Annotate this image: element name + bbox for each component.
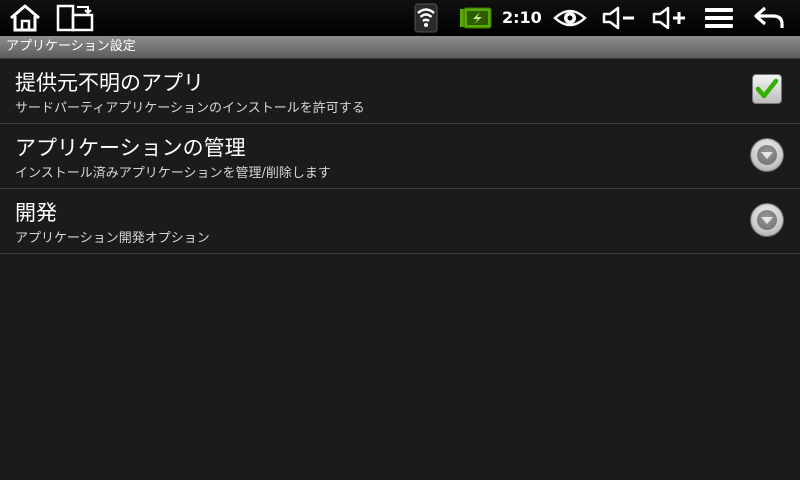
- volume-up-icon[interactable]: [650, 0, 688, 36]
- settings-item-summary: インストール済みアプリケーションを管理/削除します: [15, 166, 331, 181]
- settings-item-title: 開発: [15, 201, 57, 225]
- settings-item-manage-applications[interactable]: アプリケーションの管理 インストール済みアプリケーションを管理/削除します: [0, 124, 800, 189]
- volume-down-icon[interactable]: [600, 0, 638, 36]
- settings-item-title: 提供元不明のアプリ: [15, 71, 204, 95]
- chevron-down-icon: [751, 139, 783, 171]
- page-title: アプリケーション設定: [6, 39, 136, 54]
- home-icon[interactable]: [6, 0, 44, 36]
- settings-item-development[interactable]: 開発 アプリケーション開発オプション: [0, 189, 800, 254]
- settings-item-summary: アプリケーション開発オプション: [15, 231, 210, 246]
- wifi-icon: [412, 0, 440, 36]
- settings-item-summary: サードパーティアプリケーションのインストールを許可する: [15, 101, 365, 116]
- back-icon[interactable]: [752, 0, 786, 36]
- checkmark-icon: [755, 78, 779, 99]
- title-bar: アプリケーション設定: [0, 36, 800, 59]
- battery-charging-icon: [458, 0, 494, 36]
- unknown-sources-checkbox[interactable]: [752, 74, 782, 104]
- screen-rotate-icon[interactable]: [54, 0, 96, 36]
- settings-item-unknown-sources[interactable]: 提供元不明のアプリ サードパーティアプリケーションのインストールを許可する: [0, 59, 800, 124]
- status-bar: 2:10: [0, 0, 800, 36]
- clock: 2:10: [502, 8, 542, 27]
- chevron-down-icon: [751, 204, 783, 236]
- settings-item-title: アプリケーションの管理: [15, 136, 246, 160]
- menu-icon[interactable]: [702, 0, 736, 36]
- eye-icon[interactable]: [552, 0, 588, 36]
